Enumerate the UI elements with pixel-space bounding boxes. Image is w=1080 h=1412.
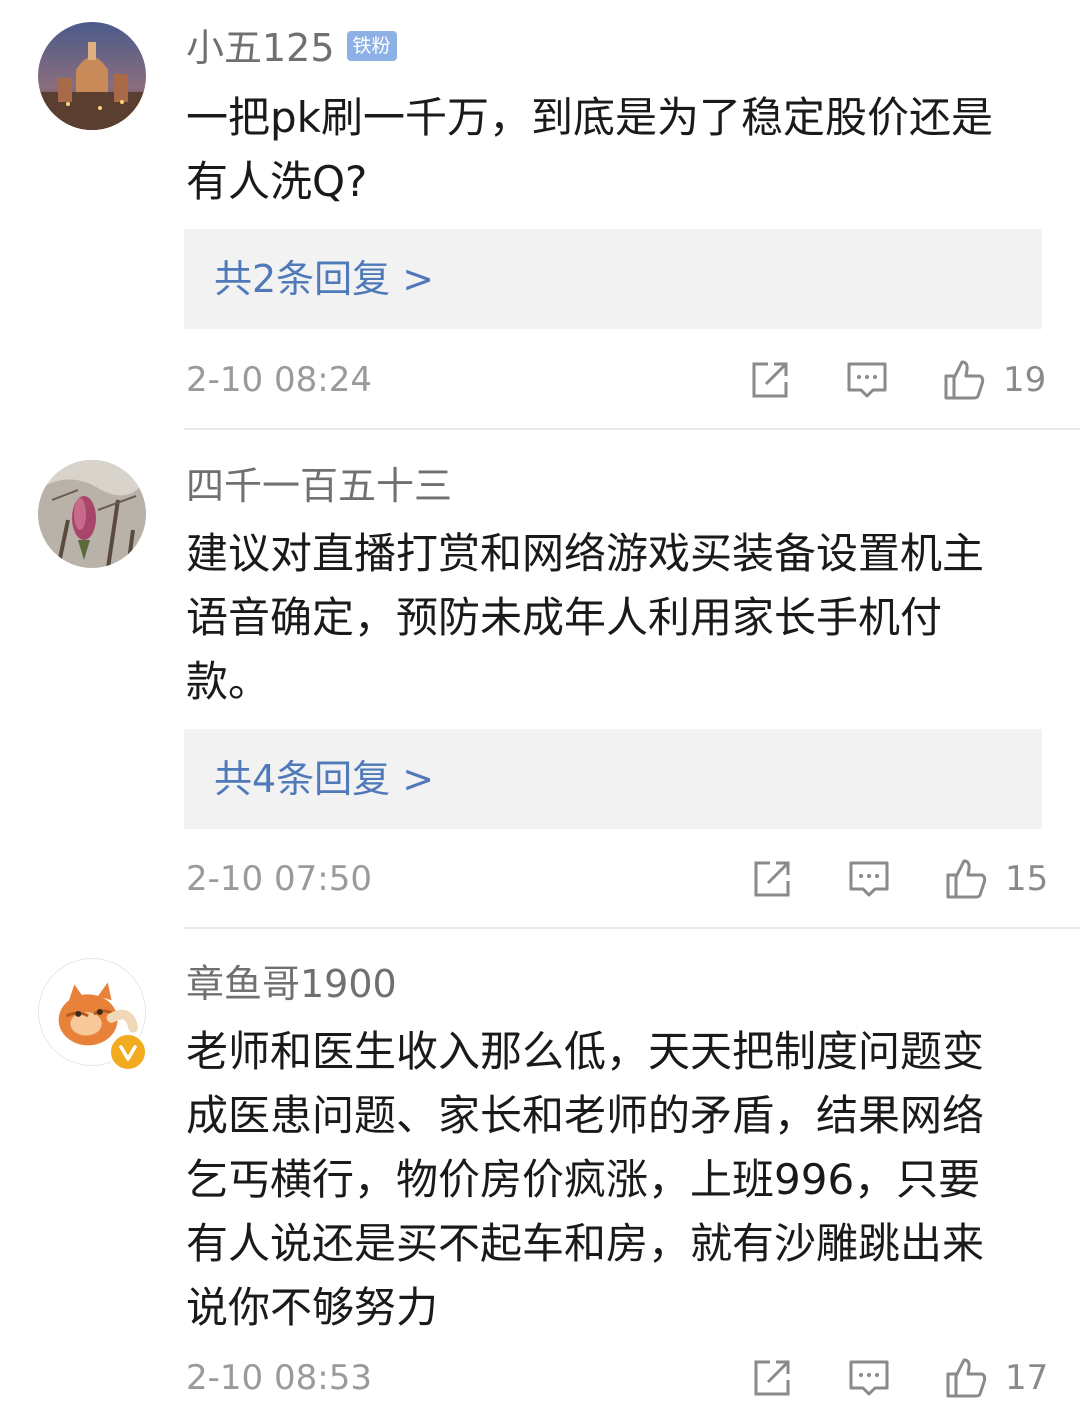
like-count: 19: [1003, 360, 1047, 400]
thumbs-up-icon[interactable]: [940, 356, 988, 404]
divider: [184, 428, 1080, 430]
comment-text-line: 有人洗Q?: [186, 157, 368, 206]
comment-text: 建议对直播打赏和网络游戏买装备设置机主 语音确定，预防未成年人利用家长手机付 款…: [186, 522, 1046, 714]
comment-meta: 2-10 08:53 17: [0, 1348, 1080, 1408]
like-count: 15: [1005, 859, 1049, 899]
comment-meta: 2-10 08:24 19: [0, 350, 1080, 410]
timestamp: 2-10 08:53: [186, 1358, 372, 1398]
comment-text-line: 老师和医生收入那么低，天天把制度问题变: [186, 1027, 985, 1076]
comment-text-line: 一把pk刷一千万，到底是为了稳定股价还是: [186, 93, 993, 142]
comment-text: 老师和医生收入那么低，天天把制度问题变 成医患问题、家长和老师的矛盾，结果网络 …: [186, 1020, 1046, 1340]
divider: [184, 927, 1080, 929]
verified-badge-icon: [108, 1032, 148, 1072]
thumbs-up-icon[interactable]: [942, 855, 990, 903]
share-icon[interactable]: [746, 356, 794, 404]
username[interactable]: 章鱼哥1900: [186, 960, 397, 1008]
fan-badge: 铁粉: [346, 30, 397, 61]
username-text[interactable]: 小五125: [186, 26, 335, 70]
share-icon[interactable]: [748, 1354, 796, 1402]
comment-text-line: 款。: [186, 657, 271, 706]
comment-text-line: 成医患问题、家长和老师的矛盾，结果网络: [186, 1091, 985, 1140]
timestamp: 2-10 07:50: [186, 859, 372, 899]
view-replies-button[interactable]: 共2条回复 >: [184, 229, 1042, 329]
share-icon[interactable]: [748, 855, 796, 903]
comment-text-line: 说你不够努力: [186, 1283, 439, 1332]
avatar[interactable]: [38, 460, 146, 568]
view-replies-button[interactable]: 共4条回复 >: [184, 729, 1042, 829]
comment-text-line: 有人说还是买不起车和房，就有沙雕跳出来: [186, 1219, 985, 1268]
thumbs-up-icon[interactable]: [942, 1354, 990, 1402]
comment-icon[interactable]: [843, 356, 891, 404]
comment-text-line: 乞丐横行，物价房价疯涨，上班996，只要: [186, 1155, 981, 1204]
avatar[interactable]: [38, 22, 146, 130]
comment-text: 一把pk刷一千万，到底是为了稳定股价还是 有人洗Q?: [186, 86, 1046, 214]
like-count: 17: [1005, 1358, 1049, 1398]
comment-icon[interactable]: [845, 1354, 893, 1402]
comment-text-line: 建议对直播打赏和网络游戏买装备设置机主: [186, 529, 985, 578]
username[interactable]: 四千一百五十三: [186, 462, 452, 510]
comment-meta: 2-10 07:50 15: [0, 849, 1080, 909]
comment-text-line: 语音确定，预防未成年人利用家长手机付: [186, 593, 943, 642]
username[interactable]: 小五125 铁粉: [186, 24, 397, 72]
timestamp: 2-10 08:24: [186, 360, 372, 400]
comment-icon[interactable]: [845, 855, 893, 903]
